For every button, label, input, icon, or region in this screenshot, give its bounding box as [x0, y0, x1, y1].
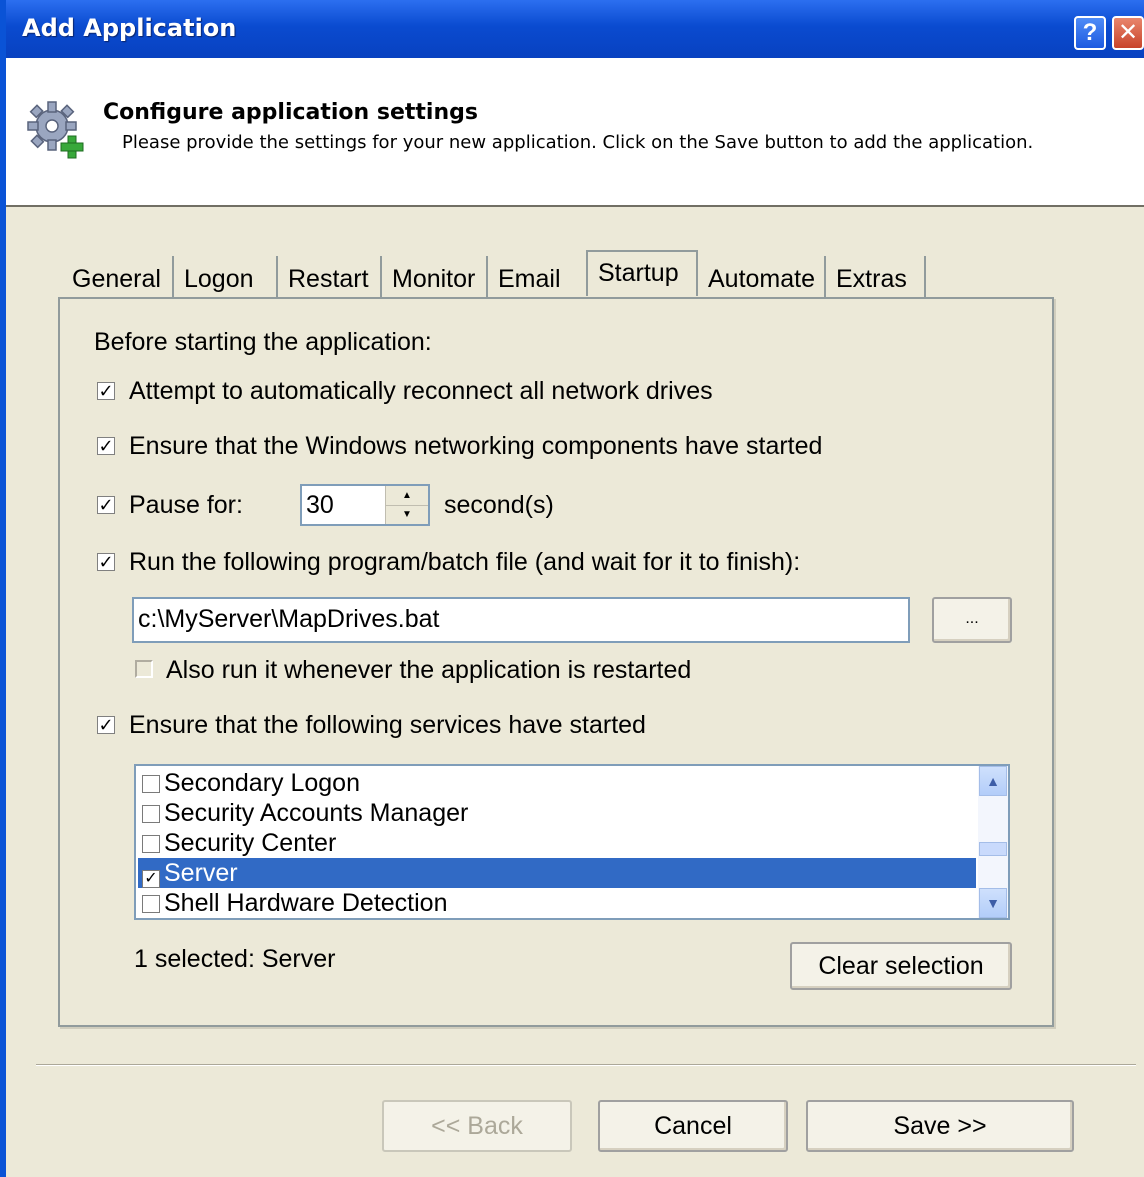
also-run-label[interactable]: Also run it whenever the application is …	[166, 656, 691, 685]
ensure-services-checkbox[interactable]: ✓	[97, 716, 115, 734]
reconnect-drives-label[interactable]: Attempt to automatically reconnect all n…	[129, 377, 713, 406]
run-program-label[interactable]: Run the following program/batch file (an…	[129, 548, 800, 577]
close-icon[interactable]: ✕	[1112, 16, 1144, 50]
service-label: Secondary Logon	[164, 769, 360, 797]
service-checkbox[interactable]: ✓	[142, 870, 160, 888]
title-bar[interactable]: Add Application ? ✕	[6, 0, 1144, 58]
tab-extras[interactable]: Extras	[826, 256, 926, 298]
run-program-checkbox[interactable]: ✓	[97, 553, 115, 571]
browse-button[interactable]: ...	[932, 597, 1012, 643]
ensure-networking-label[interactable]: Ensure that the Windows networking compo…	[129, 432, 822, 461]
pause-unit: second(s)	[444, 491, 554, 519]
tab-logon[interactable]: Logon	[174, 256, 278, 298]
service-checkbox[interactable]	[142, 835, 160, 853]
scroll-down-icon[interactable]: ▼	[979, 888, 1007, 918]
help-icon[interactable]: ?	[1074, 16, 1106, 50]
clear-selection-button[interactable]: Clear selection	[790, 942, 1012, 990]
tab-automate[interactable]: Automate	[698, 256, 826, 298]
list-item[interactable]: Secondary Logon	[138, 768, 976, 798]
service-label: Shell Hardware Detection	[164, 889, 448, 917]
spin-down-icon[interactable]: ▼	[386, 505, 428, 524]
tab-restart[interactable]: Restart	[278, 256, 382, 298]
tab-startup[interactable]: Startup	[586, 250, 698, 296]
pause-checkbox[interactable]: ✓	[97, 496, 115, 514]
pause-label[interactable]: Pause for:	[129, 491, 243, 520]
program-path-input[interactable]: c:\MyServer\MapDrives.bat	[132, 597, 910, 643]
spin-up-icon[interactable]: ▲	[386, 486, 428, 506]
cancel-button[interactable]: Cancel	[598, 1100, 788, 1152]
wizard-header: Configure application settings Please pr…	[6, 58, 1144, 207]
list-item[interactable]: Security Center	[138, 828, 976, 858]
services-list[interactable]: Secondary Logon Security Accounts Manage…	[134, 764, 1010, 920]
pause-seconds-stepper[interactable]: 30 ▲ ▼	[300, 484, 430, 526]
scrollbar-thumb[interactable]	[979, 842, 1007, 856]
list-item-selected[interactable]: ✓ Server	[138, 858, 976, 888]
header-subtitle: Please provide the settings for your new…	[122, 132, 1034, 153]
tab-general[interactable]: General	[62, 256, 174, 298]
scroll-up-icon[interactable]: ▲	[979, 766, 1007, 796]
program-path-value[interactable]: c:\MyServer\MapDrives.bat	[138, 605, 439, 634]
service-label: Security Center	[164, 829, 337, 857]
window-title: Add Application	[22, 14, 237, 42]
service-checkbox[interactable]	[142, 805, 160, 823]
ensure-services-label[interactable]: Ensure that the following services have …	[129, 711, 646, 740]
header-title: Configure application settings	[103, 100, 478, 125]
tab-monitor[interactable]: Monitor	[382, 256, 488, 298]
list-item[interactable]: Shell Hardware Detection	[138, 888, 976, 918]
reconnect-drives-checkbox[interactable]: ✓	[97, 382, 115, 400]
spin-buttons: ▲ ▼	[385, 486, 428, 524]
service-label: Server	[164, 859, 238, 887]
startup-intro: Before starting the application:	[94, 328, 432, 356]
ensure-networking-checkbox[interactable]: ✓	[97, 437, 115, 455]
also-run-checkbox[interactable]	[135, 660, 153, 678]
selection-status: 1 selected: Server	[134, 945, 336, 973]
list-item[interactable]: Security Accounts Manager	[138, 798, 976, 828]
gear-add-icon	[27, 101, 84, 159]
add-application-dialog: Add Application ? ✕ Configure applicatio…	[0, 0, 1144, 1177]
services-scrollbar[interactable]: ▲ ▼	[978, 766, 1008, 918]
service-checkbox[interactable]	[142, 895, 160, 913]
back-button[interactable]: << Back	[382, 1100, 572, 1152]
service-checkbox[interactable]	[142, 775, 160, 793]
tab-email[interactable]: Email	[488, 256, 584, 298]
pause-seconds-value[interactable]: 30	[306, 491, 334, 520]
service-label: Security Accounts Manager	[164, 799, 469, 827]
footer-divider	[36, 1064, 1136, 1066]
save-button[interactable]: Save >>	[806, 1100, 1074, 1152]
